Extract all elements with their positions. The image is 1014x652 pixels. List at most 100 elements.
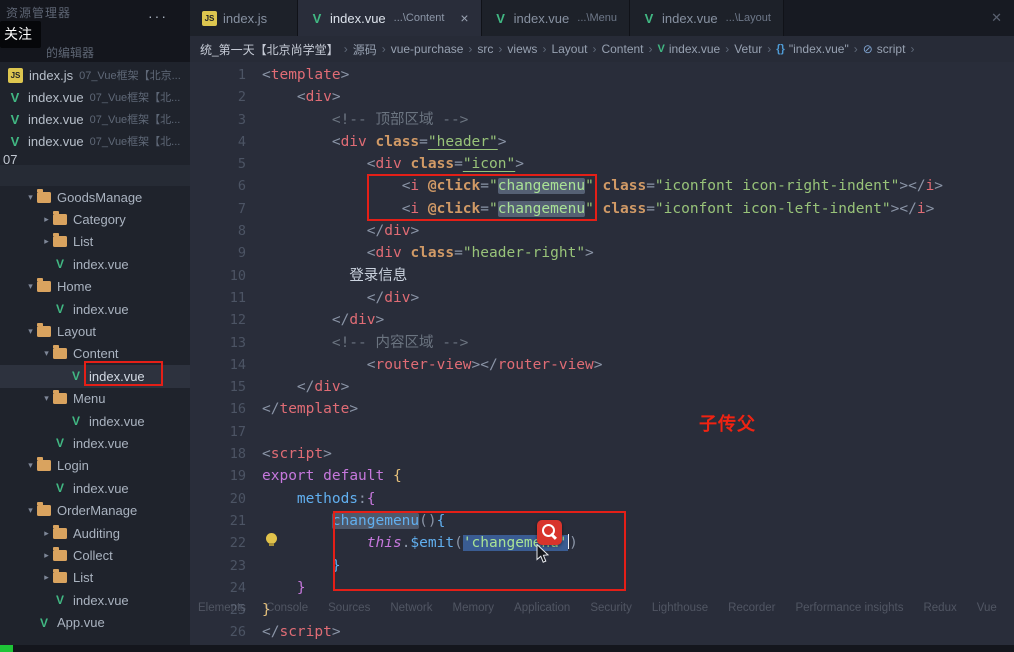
code-line[interactable]: 5 <div class="icon"> [190, 153, 1014, 175]
code-token: ></ [890, 200, 917, 217]
code-token: i [916, 200, 926, 217]
tree-item-Content[interactable]: ▾ Content [0, 343, 190, 365]
open-editor-item[interactable]: Vindex.vue 07_Vue框架【北... [0, 86, 190, 108]
tree-item-App.vue[interactable]: V App.vue [0, 611, 190, 633]
follow-badge[interactable]: 关注 [0, 21, 41, 48]
line-number: 12 [229, 312, 246, 329]
code-token: router-view [375, 356, 472, 373]
magnifier-overlay-icon [537, 520, 562, 545]
code-token: > [340, 379, 350, 396]
tree-item-Login[interactable]: ▾ Login [0, 455, 190, 477]
code-token: "header-right" [462, 245, 586, 262]
tree-item-index.vue[interactable]: Vindex.vue [0, 253, 190, 275]
tree-item-index.vue[interactable]: Vindex.vue [0, 298, 190, 320]
code-line[interactable]: 12 </div> [190, 309, 1014, 331]
open-editor-item[interactable]: JS index.js 07_Vue框架【北京... [0, 64, 190, 86]
lightbulb-icon[interactable] [266, 533, 277, 546]
code-token: () [419, 512, 437, 529]
tree-item-index.vue[interactable]: Vindex.vue [0, 410, 190, 432]
breadcrumb-item[interactable]: ⊘ script [863, 42, 906, 56]
code-line[interactable]: 17 [190, 421, 1014, 443]
tree-item-index.vue[interactable]: Vindex.vue [0, 432, 190, 454]
file-explorer: JS index.js 07_Vue框架【北京... Vindex.vue 07_Vue… [0, 62, 190, 645]
code-line[interactable]: 21 changemenu(){ [190, 510, 1014, 532]
breadcrumb-item[interactable]: Vindex.vue [658, 42, 721, 56]
breadcrumb-item[interactable]: Content [601, 42, 643, 56]
breadcrumb-item[interactable]: 源码 [353, 41, 377, 58]
breadcrumb-item[interactable]: {} "index.vue" [776, 42, 848, 56]
tree-item-index.vue[interactable]: Vindex.vue [0, 477, 190, 499]
tree-item-Menu[interactable]: ▾ Menu [0, 388, 190, 410]
tree-item-Auditing[interactable]: ▸ Auditing [0, 522, 190, 544]
code-line[interactable]: 18 <script> [190, 443, 1014, 465]
file-name: index.vue [28, 133, 84, 149]
breadcrumb-item[interactable]: src [477, 42, 493, 56]
code-line[interactable]: 10 登录信息 [190, 265, 1014, 287]
code-line[interactable]: 14 <router-view></router-view> [190, 354, 1014, 376]
code-line[interactable]: 2 <div> [190, 86, 1014, 108]
chevron-right-icon: › [853, 42, 858, 56]
code-line[interactable]: 11 </div> [190, 287, 1014, 309]
vue-file-icon: V [644, 10, 654, 26]
code-line[interactable]: 7 <i @click="changemenu" class="iconfont… [190, 198, 1014, 220]
open-editor-item[interactable]: Vindex.vue 07_Vue框架【北... [0, 130, 190, 152]
tree-item-Category[interactable]: ▸ Category [0, 208, 190, 230]
tree-item-Layout[interactable]: ▾ Layout [0, 320, 190, 342]
code-line[interactable]: 1 <template> [190, 64, 1014, 86]
code-editor[interactable]: 1 <template> 2 <div> 3 <!-- 顶部区域 --> 4 <div … [190, 62, 1014, 645]
code-line[interactable]: 13 <!-- 内容区域 --> [190, 332, 1014, 354]
tree-item-List[interactable]: ▸ List [0, 567, 190, 589]
breadcrumb-item[interactable]: 统_第一天【北京尚学堂】 [200, 41, 339, 58]
code-line[interactable]: 8 </div> [190, 220, 1014, 242]
code-line[interactable]: 16 </template> [190, 398, 1014, 420]
breadcrumb-item[interactable]: vue-purchase [391, 42, 464, 56]
code-token: " [585, 200, 594, 217]
code-token: changemenu [497, 178, 586, 195]
code-line[interactable]: 4 <div class="header"> [190, 131, 1014, 153]
tree-item-List[interactable]: ▸ List [0, 231, 190, 253]
open-editor-item[interactable]: Vindex.vue 07_Vue框架【北... [0, 108, 190, 130]
chevron-right-icon: › [592, 42, 597, 56]
tree-item-OrderManage[interactable]: ▾ OrderManage [0, 499, 190, 521]
code-line[interactable]: 23 } [190, 555, 1014, 577]
tab-index.js[interactable]: JS index.js [190, 0, 298, 36]
tree-item-Collect[interactable]: ▸ Collect [0, 544, 190, 566]
tree-item-label: Content [73, 346, 119, 362]
devtools-tabs-background: Elements Console Sources Network Memory Appli… [198, 602, 1010, 614]
code-line[interactable]: 9 <div class="header-right"> [190, 242, 1014, 264]
vscode-window: 资源管理器 ··· 关注 的编辑器 JS index.js Vindex.vue..… [0, 0, 1014, 652]
code-token: @click [427, 200, 481, 217]
code-line[interactable]: 22 this.$emit('changemenu') [190, 532, 1014, 554]
close-icon[interactable]: × [460, 11, 468, 25]
window-close-icon[interactable]: ✕ [979, 10, 1014, 26]
code-line[interactable]: 26 </script> [190, 621, 1014, 643]
file-name: index.vue [28, 89, 84, 105]
tab-label: index.vue [513, 10, 570, 26]
more-actions-icon[interactable]: ··· [148, 8, 168, 24]
code-token: div [375, 245, 402, 262]
code-line[interactable]: 15 </div> [190, 376, 1014, 398]
vue-file-icon: V [10, 133, 20, 149]
chevron-down-icon: ▾ [28, 460, 33, 471]
code-token: "icon" [462, 156, 516, 173]
breadcrumb-item[interactable]: views [507, 42, 537, 56]
chevron-right-icon: ▸ [44, 572, 49, 583]
tab-index.vue[interactable]: Vindex.vue ...\Content × [298, 0, 482, 36]
tab-index.vue[interactable]: Vindex.vue ...\Layout [630, 0, 784, 36]
tree-item-GoodsManage[interactable]: ▾ GoodsManage [0, 186, 190, 208]
code-line[interactable]: 6 <i @click="changemenu" class="iconfont… [190, 175, 1014, 197]
tab-index.vue[interactable]: Vindex.vue ...\Menu [481, 0, 631, 36]
line-number: 24 [229, 579, 246, 596]
code-line[interactable]: 24 } [190, 577, 1014, 599]
code-line[interactable]: 3 <!-- 顶部区域 --> [190, 109, 1014, 131]
breadcrumb-item[interactable]: Vetur [734, 42, 762, 56]
breadcrumb-item[interactable]: Layout [551, 42, 587, 56]
tree-item-index.vue[interactable]: Vindex.vue [0, 365, 190, 388]
tree-item-index.vue[interactable]: Vindex.vue [0, 589, 190, 611]
code-token: = [646, 200, 655, 217]
code-line[interactable]: 19 export default { [190, 465, 1014, 487]
code-line[interactable]: 20 methods:{ [190, 488, 1014, 510]
code-token: class [602, 200, 647, 217]
tree-item-Home[interactable]: ▾ Home [0, 276, 190, 298]
